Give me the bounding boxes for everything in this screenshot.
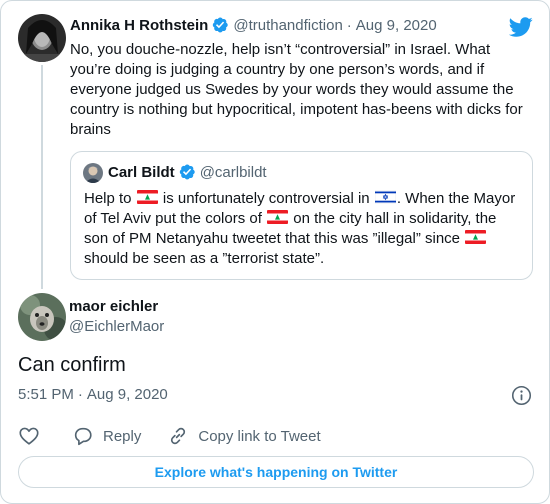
copy-link-button[interactable]: Copy link to Tweet	[167, 425, 321, 447]
parent-tweet-date[interactable]: Aug 9, 2020	[356, 17, 437, 34]
parent-author-avatar[interactable]	[18, 14, 66, 62]
copy-link-label: Copy link to Tweet	[198, 427, 321, 445]
quoted-text-part-2: is unfortunately controversial in	[162, 190, 370, 207]
tweet-time[interactable]: 5:51 PM	[18, 386, 74, 403]
info-icon[interactable]	[511, 385, 532, 406]
heart-icon	[18, 425, 40, 447]
quoted-author-handle: @carlbildt	[199, 163, 267, 181]
verified-badge-icon	[178, 163, 196, 181]
main-author-avatar[interactable]	[18, 293, 66, 341]
parent-author-name[interactable]: Annika H Rothstein	[70, 17, 208, 34]
embedded-tweet-card: Annika H Rothstein @truthandfiction · Au…	[0, 0, 550, 504]
main-tweet-text: Can confirm	[18, 354, 126, 376]
parent-tweet-text: No, you douche-nozzle, help isn’t “contr…	[70, 41, 523, 138]
tweet-date[interactable]: Aug 9, 2020	[87, 386, 168, 403]
quoted-author-name: Carl Bildt	[108, 163, 175, 181]
quoted-text-part-5: should be seen as a ”terrorist state”.	[84, 250, 325, 267]
tweet-timestamp[interactable]: 5:51 PM · Aug 9, 2020	[18, 386, 168, 403]
thread-connector-line	[41, 65, 43, 289]
reply-label: Reply	[103, 427, 142, 445]
israel-flag-icon	[374, 190, 396, 204]
quoted-tweet-header: Carl Bildt @carlbildt	[108, 163, 267, 181]
quoted-text-part-1: Help to	[84, 190, 132, 207]
reply-bubble-icon	[72, 425, 94, 447]
quoted-author-avatar	[83, 163, 103, 183]
parent-author-handle[interactable]: @truthandfiction	[233, 17, 342, 34]
lebanon-flag-icon	[267, 210, 289, 224]
twitter-bird-icon[interactable]	[508, 15, 533, 39]
parent-tweet-header: Annika H Rothstein @truthandfiction · Au…	[70, 16, 437, 34]
separator-dot: ·	[77, 386, 83, 403]
like-button[interactable]	[18, 425, 40, 447]
main-author-handle[interactable]: @EichlerMaor	[69, 318, 164, 335]
lebanon-flag-icon	[465, 230, 487, 244]
lebanon-flag-icon	[136, 190, 158, 204]
explore-twitter-button[interactable]: Explore what's happening on Twitter	[18, 456, 534, 488]
link-icon	[167, 425, 189, 447]
tweet-actions-bar: Reply Copy link to Tweet	[18, 425, 321, 447]
verified-badge-icon	[211, 16, 229, 34]
main-author-name[interactable]: maor eichler	[69, 298, 158, 315]
quoted-tweet-text: Help to is unfortunately controversial i…	[84, 189, 524, 269]
separator-dot: ·	[346, 16, 352, 34]
reply-button[interactable]: Reply	[72, 425, 141, 447]
quoted-tweet-card[interactable]: Carl Bildt @carlbildt Help to is unfortu…	[70, 151, 533, 280]
